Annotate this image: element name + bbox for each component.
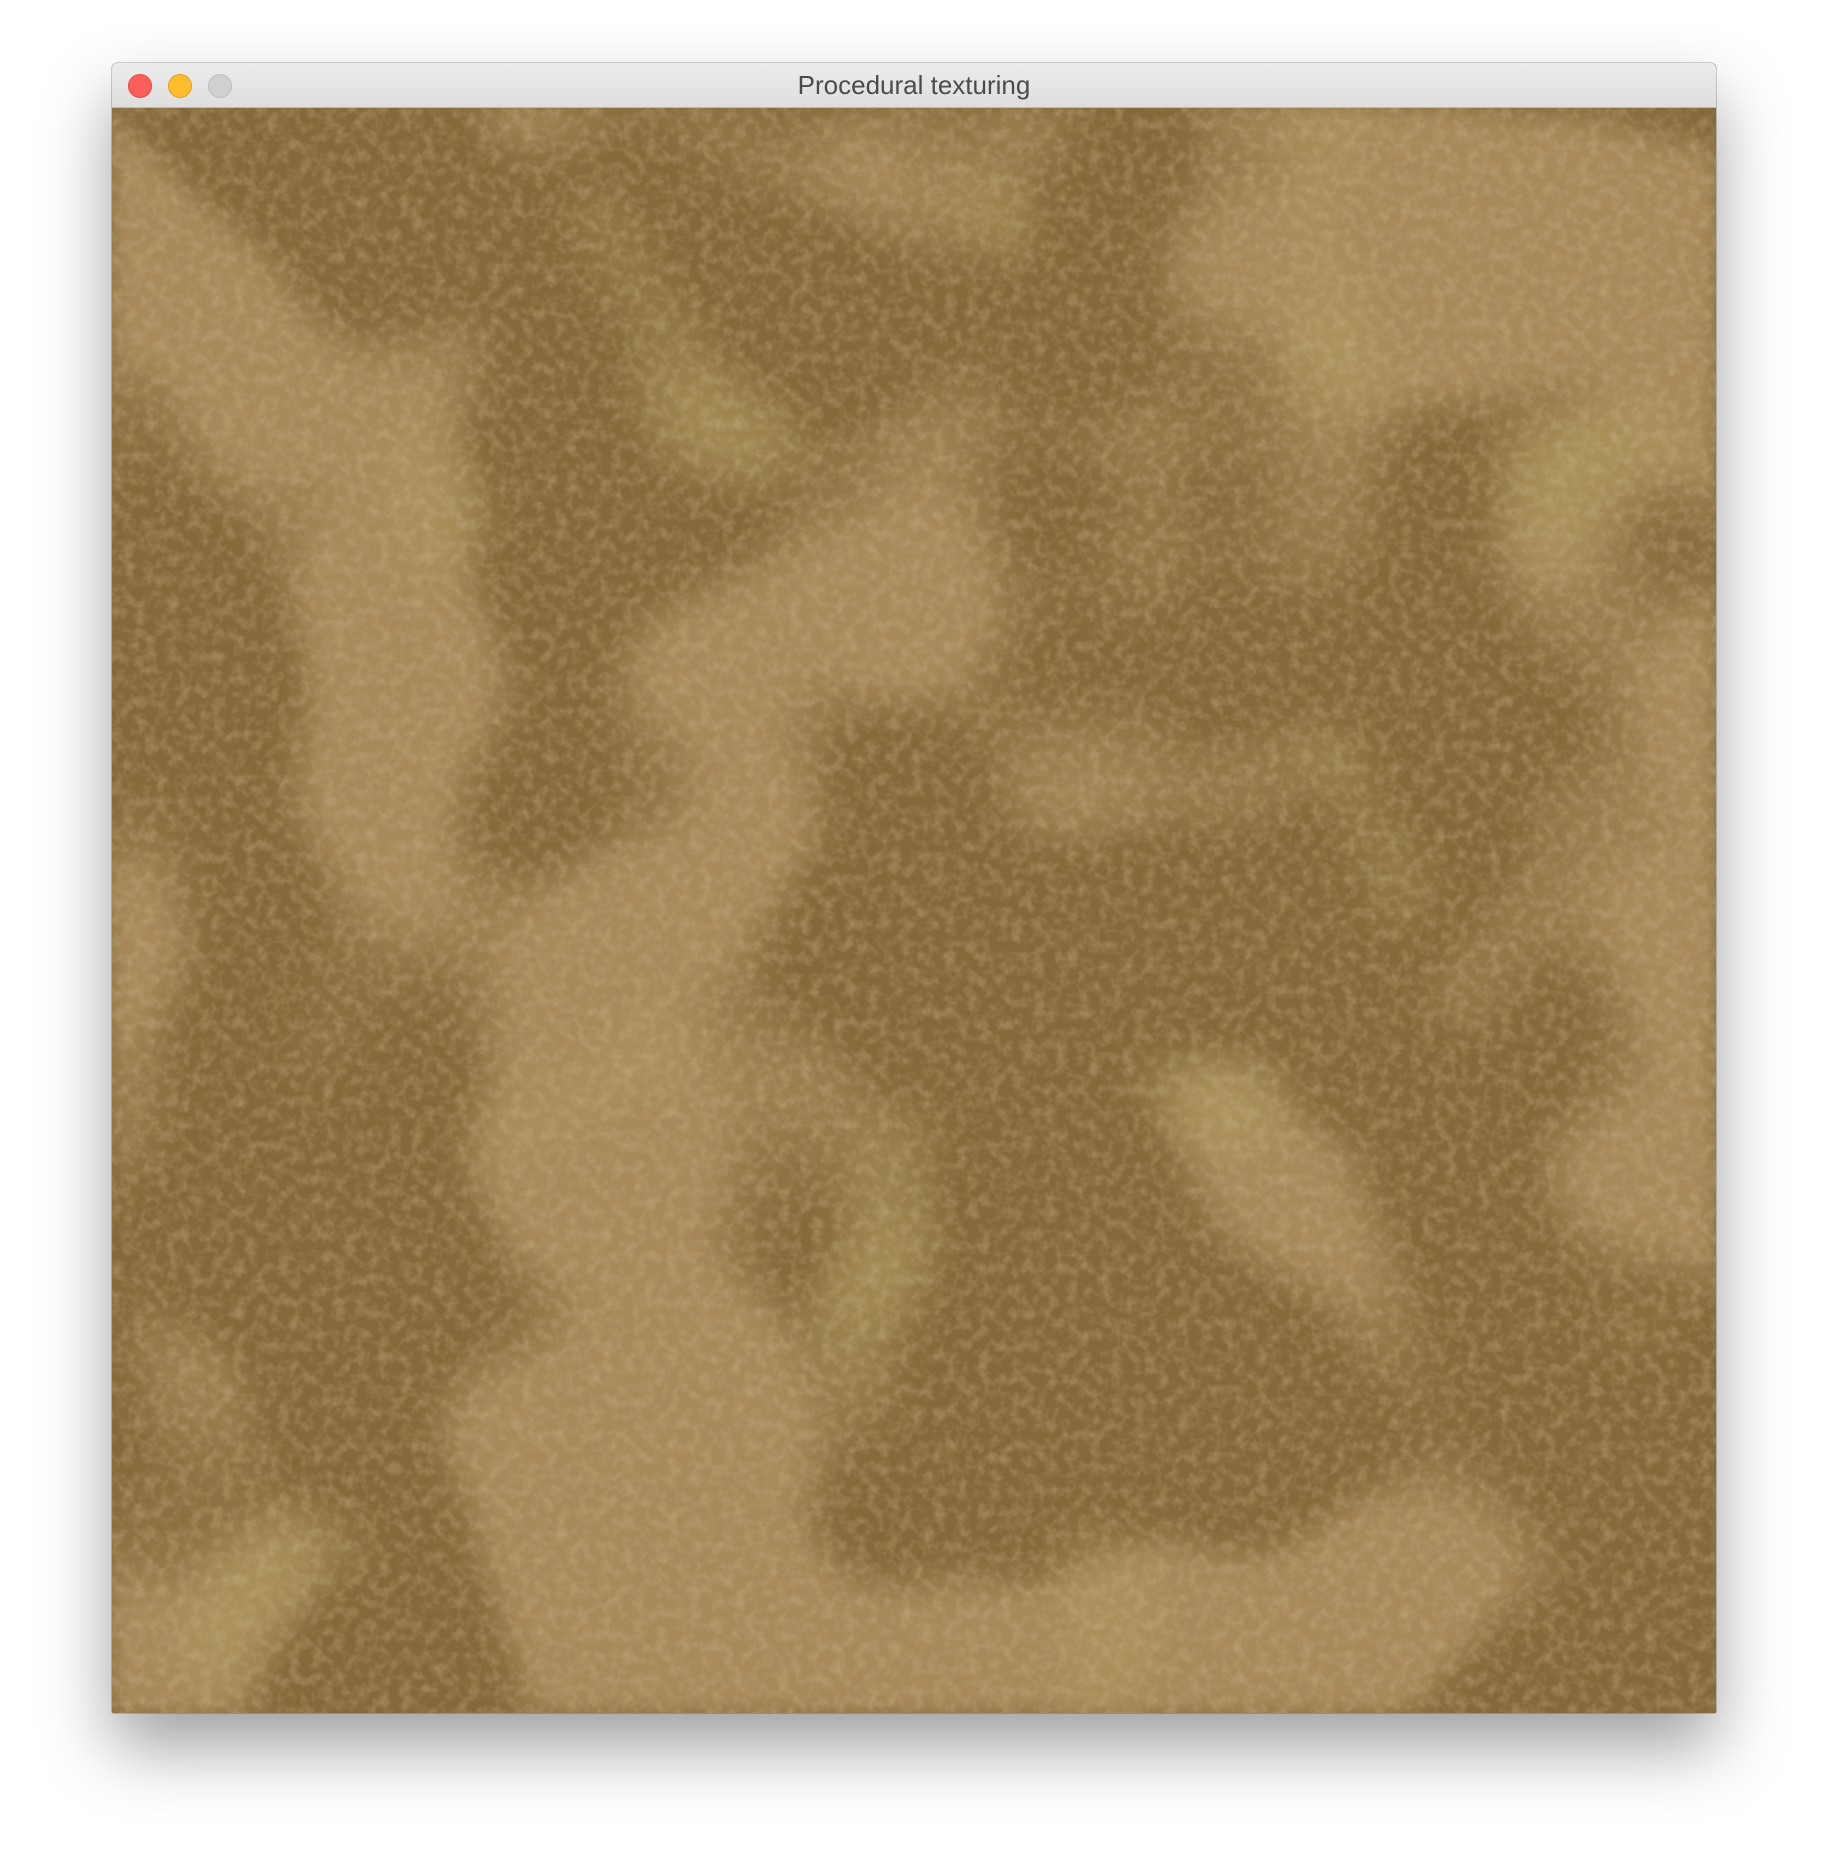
app-window: Procedural texturing <box>112 63 1716 1713</box>
texture-grain <box>112 108 1716 1713</box>
window-title: Procedural texturing <box>797 70 1031 100</box>
title-bar[interactable]: Procedural texturing <box>112 63 1716 108</box>
procedural-texture-canvas[interactable] <box>112 108 1716 1713</box>
